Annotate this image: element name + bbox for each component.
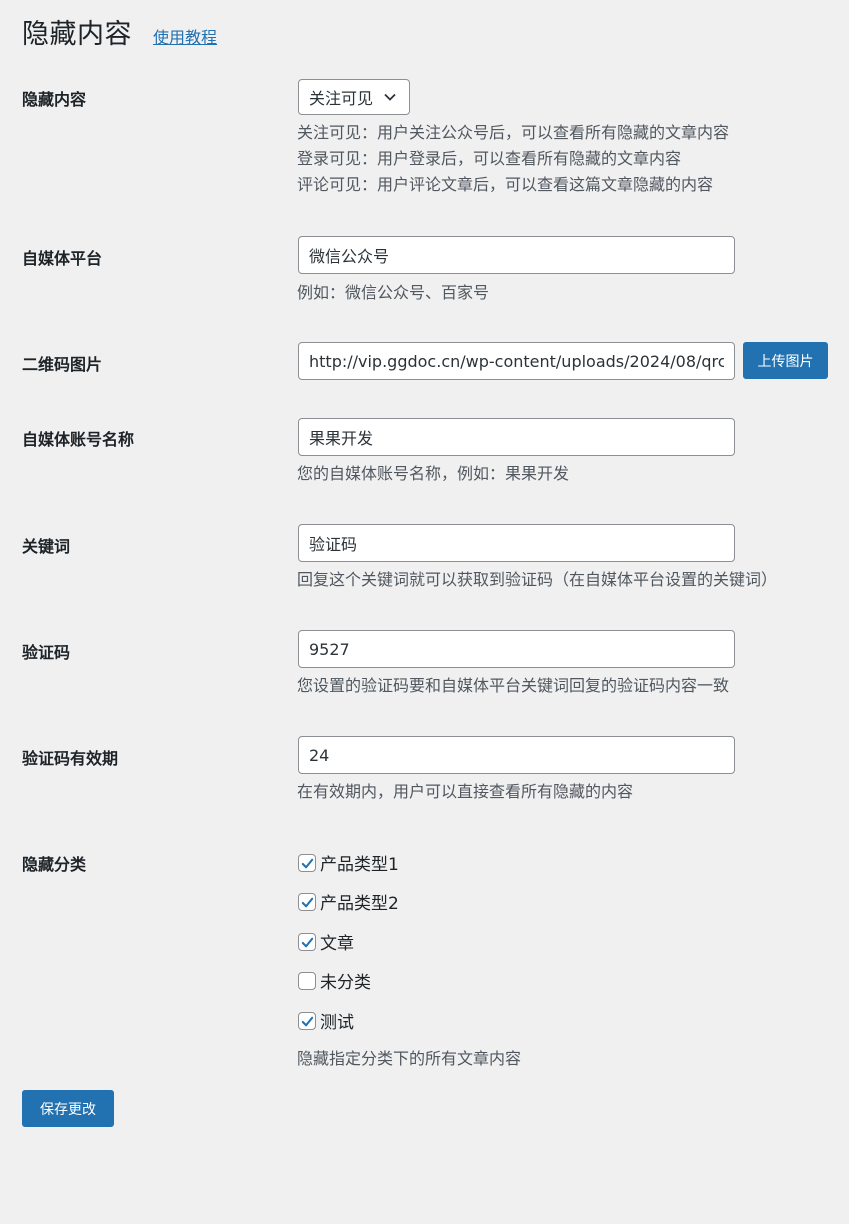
checkmark-icon (301, 858, 314, 868)
platform-label: 自媒体平台 (22, 249, 103, 268)
checkbox[interactable] (298, 892, 316, 911)
category-checkbox-row[interactable]: 测试 (298, 1008, 354, 1033)
hide-content-label: 隐藏内容 (22, 90, 87, 109)
chevron-down-icon (384, 93, 396, 101)
hide-content-description: 关注可见：用户关注公众号后，可以查看所有隐藏的文章内容 登录可见：用户登录后，可… (297, 120, 729, 198)
settings-page: 隐藏内容 使用教程 隐藏内容 关注可见 关注可见：用户关注公众号后，可以查看所有… (0, 0, 849, 1224)
category-checkbox-row[interactable]: 文章 (298, 929, 354, 954)
keyword-description: 回复这个关键词就可以获取到验证码（在自媒体平台设置的关键词） (297, 570, 778, 589)
category-label: 测试 (320, 1013, 354, 1033)
qrcode-url-input[interactable] (298, 342, 735, 380)
checkbox[interactable] (298, 853, 316, 872)
checkmark-icon (301, 897, 314, 907)
checkbox[interactable] (298, 932, 316, 951)
categories-description: 隐藏指定分类下的所有文章内容 (297, 1049, 522, 1068)
categories-label: 隐藏分类 (22, 855, 87, 874)
category-checkbox-row[interactable]: 未分类 (298, 968, 371, 993)
category-label: 文章 (320, 934, 354, 954)
account-name-label: 自媒体账号名称 (22, 430, 135, 449)
category-checkbox-row[interactable]: 产品类型1 (298, 850, 399, 875)
category-checkbox-row[interactable]: 产品类型2 (298, 889, 399, 914)
checkbox[interactable] (298, 1011, 316, 1030)
save-changes-button[interactable]: 保存更改 (22, 1090, 114, 1127)
category-label: 产品类型1 (320, 855, 399, 875)
page-header: 隐藏内容 使用教程 (22, 12, 217, 51)
checkbox[interactable] (298, 971, 316, 990)
validity-input[interactable] (298, 736, 735, 774)
account-name-description: 您的自媒体账号名称，例如：果果开发 (297, 464, 570, 483)
tutorial-link[interactable]: 使用教程 (153, 24, 217, 48)
platform-description: 例如：微信公众号、百家号 (297, 283, 490, 302)
code-description: 您设置的验证码要和自媒体平台关键词回复的验证码内容一致 (297, 676, 730, 695)
checkmark-icon (301, 1016, 314, 1026)
category-label: 未分类 (320, 973, 371, 993)
validity-label: 验证码有效期 (22, 749, 119, 768)
qrcode-label: 二维码图片 (22, 355, 103, 374)
hide-content-desc-line: 登录可见：用户登录后，可以查看所有隐藏的文章内容 (297, 149, 682, 168)
keyword-input[interactable] (298, 524, 735, 562)
page-title: 隐藏内容 (22, 19, 132, 50)
hide-content-select[interactable]: 关注可见 (298, 79, 410, 115)
code-input[interactable] (298, 630, 735, 668)
hide-content-desc-line: 关注可见：用户关注公众号后，可以查看所有隐藏的文章内容 (297, 123, 730, 142)
account-name-input[interactable] (298, 418, 735, 456)
code-label: 验证码 (22, 643, 71, 662)
keyword-label: 关键词 (22, 537, 71, 556)
hide-content-selected: 关注可见 (309, 89, 374, 108)
hide-content-desc-line: 评论可见：用户评论文章后，可以查看这篇文章隐藏的内容 (297, 175, 714, 194)
upload-image-button[interactable]: 上传图片 (743, 342, 828, 379)
category-label: 产品类型2 (320, 894, 399, 914)
platform-input[interactable] (298, 236, 735, 274)
validity-description: 在有效期内，用户可以直接查看所有隐藏的内容 (297, 782, 634, 801)
checkmark-icon (301, 937, 314, 947)
